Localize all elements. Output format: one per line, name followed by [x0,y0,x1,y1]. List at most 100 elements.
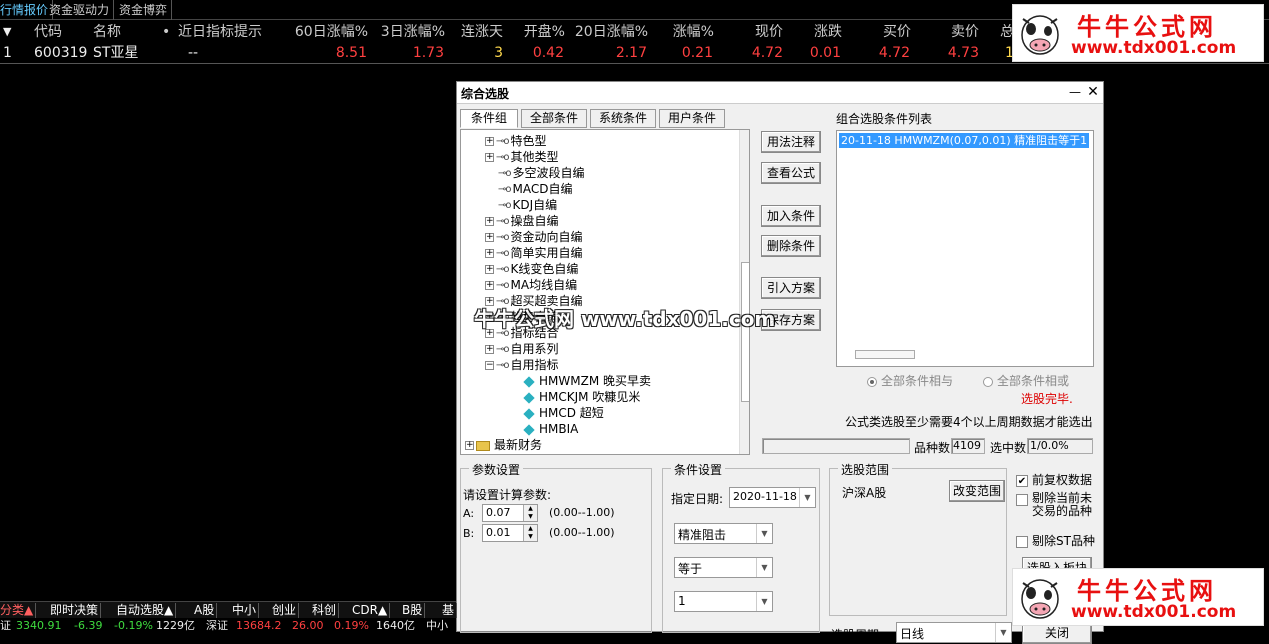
usage-notes-button[interactable]: 用法注释 [761,131,821,153]
tree-item[interactable]: ⊸o KDJ自编 [498,197,557,213]
header-price[interactable]: 现价 [730,22,783,42]
header-chg[interactable]: 涨跌 [795,22,842,42]
header-3d[interactable]: 3日涨幅% [370,22,445,42]
tree-item[interactable]: ⊸o 多空波段自编 [498,165,585,181]
tab-user-conditions[interactable]: 用户条件 [659,109,725,128]
delete-condition-button[interactable]: 删除条件 [761,235,821,257]
dialog-titlebar[interactable]: 综合选股 — ✕ [457,82,1103,104]
param-a-range: (0.00--1.00) [549,506,615,519]
header-open[interactable]: 开盘% [510,22,565,42]
tree-item[interactable]: + ⊸o 自用系列 [485,341,559,357]
sz-volume: 1640亿 [376,619,415,632]
header-60d[interactable]: 60日涨幅% [285,22,368,42]
expand-icon[interactable]: + [465,441,474,450]
condition-tree[interactable]: + ⊸o 特色型 + ⊸o 其他类型 ⊸o 多空波段自编 ⊸o MACD自编 ⊸o KDJ自编… [460,129,750,455]
column-menu-icon[interactable]: ▼ [3,22,11,42]
radio-all-and[interactable]: 全部条件相与 [867,372,953,389]
tree-item[interactable]: HMBIA [523,421,578,437]
header-hint[interactable]: 近日指标提示 [178,22,262,42]
chevron-down-icon[interactable]: ▼ [756,558,772,577]
date-picker[interactable]: 2020-11-18 ▼ [729,487,816,508]
expand-icon[interactable]: + [485,153,494,162]
chevron-down-icon[interactable]: ▼ [995,623,1011,642]
add-condition-button[interactable]: 加入条件 [761,205,821,227]
btab-a-shares[interactable]: A股 [192,603,218,618]
tab-capital-game[interactable]: 资金博弈 [115,0,173,20]
param-a-input[interactable]: 0.07 ▲ ▼ [482,504,538,522]
btab-category[interactable]: 分类▲ [0,603,37,618]
radio-all-or[interactable]: 全部条件相或 [983,372,1069,389]
tab-all-conditions[interactable]: 全部条件 [521,109,587,128]
condition-list[interactable]: 20-11-18 HMWMZM(0.07,0.01) 精准阻击等于1 [836,130,1094,367]
expand-icon[interactable]: + [485,137,494,146]
tree-item[interactable]: + ⊸o 操盘自编 [485,213,559,229]
tree-item[interactable]: − ⊸o 自用指标 [485,357,559,373]
btab-chinext[interactable]: 创业 [270,603,300,618]
row-chg-pct: 0.21 [681,45,713,61]
condition-list-hscroll[interactable] [855,350,915,359]
header-bid[interactable]: 买价 [860,22,911,42]
tree-item[interactable]: + ⊸o 特色型 [485,133,547,149]
tree-scroll-thumb[interactable] [741,262,749,402]
header-streak[interactable]: 连涨天 [450,22,503,42]
chevron-down-icon[interactable]: ▼ [756,524,772,543]
import-plan-button[interactable]: 引入方案 [761,277,821,299]
tree-item[interactable]: + ⊸o 其他类型 [485,149,559,165]
line-select[interactable]: 精准阻击 ▼ [674,523,773,544]
tree-item[interactable]: HMCKJM 吹糠见米 [523,389,640,405]
header-20d[interactable]: 20日涨幅% [565,22,648,42]
expand-icon[interactable]: + [485,345,494,354]
tree-item[interactable]: + ⊸o MA均线自编 [485,277,577,293]
value-select[interactable]: 1 ▼ [674,591,773,612]
tree-item[interactable]: HMWMZM 晚买早卖 [523,373,651,389]
header-code[interactable]: 代码 [34,22,62,42]
param-b-value: 0.01 [486,526,511,539]
value-value: 1 [678,594,686,608]
btab-star[interactable]: 科创 [310,603,340,618]
expand-icon[interactable]: + [485,233,494,242]
date-label: 指定日期: [671,492,724,506]
tab-condition-group[interactable]: 条件组 [460,109,518,128]
check-exclude-untraded[interactable]: 剔除当前未交易的品种 [1016,492,1096,518]
change-scope-button[interactable]: 改变范围 [949,480,1005,502]
period-select[interactable]: 日线 ▼ [896,622,1012,643]
btab-instant-decision[interactable]: 即时决策 [48,603,102,618]
btab-b-shares[interactable]: B股 [400,603,426,618]
btab-fund[interactable]: 基 [440,603,458,618]
check-exclude-st[interactable]: 剔除ST品种 [1016,532,1095,549]
param-b-input[interactable]: 0.01 ▲ ▼ [482,524,538,542]
collapse-icon[interactable]: − [485,361,494,370]
header-ask[interactable]: 卖价 [930,22,979,42]
tab-system-conditions[interactable]: 系统条件 [590,109,656,128]
row-name[interactable]: ST亚星 [93,44,138,62]
btab-sme[interactable]: 中小 [230,603,260,618]
operator-select[interactable]: 等于 ▼ [674,557,773,578]
header-name[interactable]: 名称 [93,22,121,42]
expand-icon[interactable]: + [485,265,494,274]
btab-cdr[interactable]: CDR▲ [350,603,391,618]
chevron-down-icon[interactable]: ▼ [799,488,815,507]
row-code[interactable]: 600319 [34,44,87,62]
chevron-down-icon[interactable]: ▼ [756,592,772,611]
expand-icon[interactable]: + [485,281,494,290]
spinner-arrows-icon[interactable]: ▲ ▼ [523,505,537,521]
tree-item[interactable]: ⊸o MACD自编 [498,181,572,197]
header-chg-pct[interactable]: 涨幅% [660,22,714,42]
tree-item[interactable]: + 最新财务 [465,437,542,453]
tree-scrollbar[interactable] [739,130,749,454]
sh-change-pct: -0.19% [114,619,153,632]
minimize-icon[interactable]: — [1067,84,1083,100]
view-formula-button[interactable]: 查看公式 [761,162,821,184]
expand-icon[interactable]: + [485,217,494,226]
btab-auto-screen[interactable]: 自动选股▲ [114,603,177,618]
tree-item[interactable]: HMCD 超短 [523,405,604,421]
tree-item[interactable]: + ⊸o 资金动向自编 [485,229,583,245]
spinner-arrows-icon[interactable]: ▲ ▼ [523,525,537,541]
condition-list-item[interactable]: 20-11-18 HMWMZM(0.07,0.01) 精准阻击等于1 [839,133,1090,148]
tree-item[interactable]: + ⊸o 简单实用自编 [485,245,583,261]
close-icon[interactable]: ✕ [1085,84,1101,100]
check-adjust[interactable]: ✔ 前复权数据 [1016,471,1092,488]
tree-item[interactable]: + ⊸o K线变色自编 [485,261,578,277]
tab-capital-drive[interactable]: 资金驱动力 [45,0,115,20]
expand-icon[interactable]: + [485,249,494,258]
